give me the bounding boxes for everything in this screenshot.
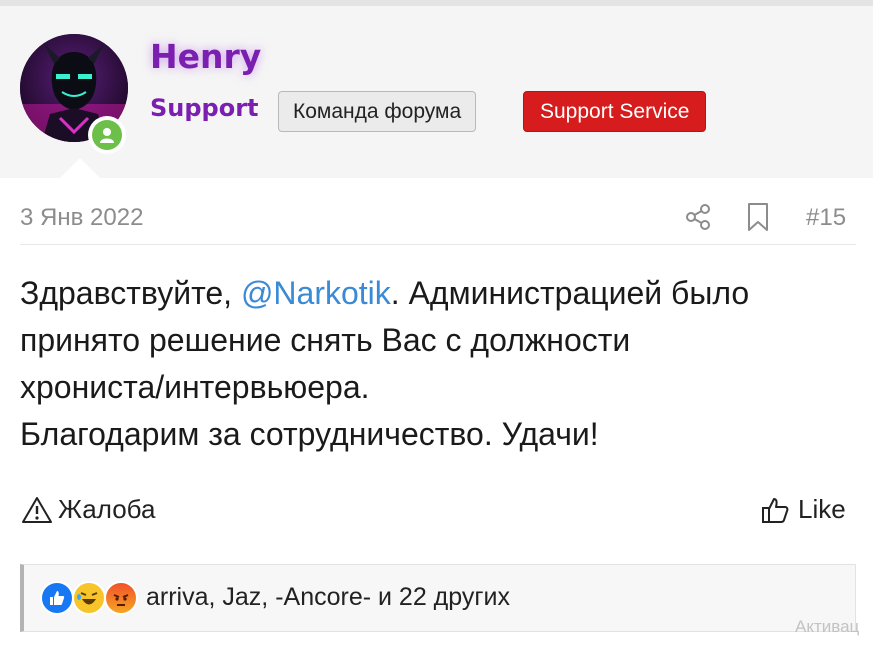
divider	[20, 244, 856, 245]
post-user-header: Henry Support Команда форума Support Ser…	[0, 6, 873, 178]
username[interactable]: Henry	[150, 37, 261, 76]
user-icon	[92, 120, 122, 150]
report-label: Жалоба	[58, 494, 156, 524]
header-pointer	[58, 158, 102, 180]
thumbs-up-icon	[762, 497, 789, 523]
post-line-1-rest: . Администрацией было	[390, 275, 750, 311]
like-icon	[40, 581, 74, 615]
reaction-users-text[interactable]: arriva, Jaz, -Ancore- и 22 других	[146, 583, 510, 612]
activation-watermark: Активац	[795, 617, 860, 636]
post-line-1: Здравствуйте, @Narkotik. Администрацией …	[20, 270, 860, 317]
post-number[interactable]: #15	[806, 204, 846, 232]
post-line-3: хрониста/интервьюера.	[20, 369, 370, 405]
greeting-text: Здравствуйте,	[20, 275, 241, 311]
online-status-badge	[88, 116, 126, 154]
post-date[interactable]: 3 Янв 2022	[20, 204, 143, 232]
like-button[interactable]: Like	[760, 494, 846, 525]
bookmark-icon[interactable]	[746, 202, 770, 232]
report-button[interactable]: Жалоба	[20, 494, 155, 525]
like-label: Like	[798, 494, 846, 524]
post-line-2: принято решение снять Вас с должности	[20, 322, 631, 358]
share-icon[interactable]	[684, 203, 712, 231]
warning-icon	[22, 496, 52, 523]
user-title: Support	[150, 94, 259, 122]
support-service-badge: Support Service	[523, 91, 707, 132]
angry-icon	[104, 581, 138, 615]
user-mention-link[interactable]: @Narkotik	[241, 275, 391, 311]
post-line-4: Благодарим за сотрудничество. Удачи!	[20, 416, 599, 452]
post-body: Здравствуйте, @Narkotik. Администрацией …	[20, 270, 860, 458]
reactions-bar[interactable]: arriva, Jaz, -Ancore- и 22 других	[20, 564, 856, 632]
forum-team-badge: Команда форума	[278, 91, 477, 132]
haha-icon	[72, 581, 106, 615]
reaction-icons	[40, 581, 140, 617]
